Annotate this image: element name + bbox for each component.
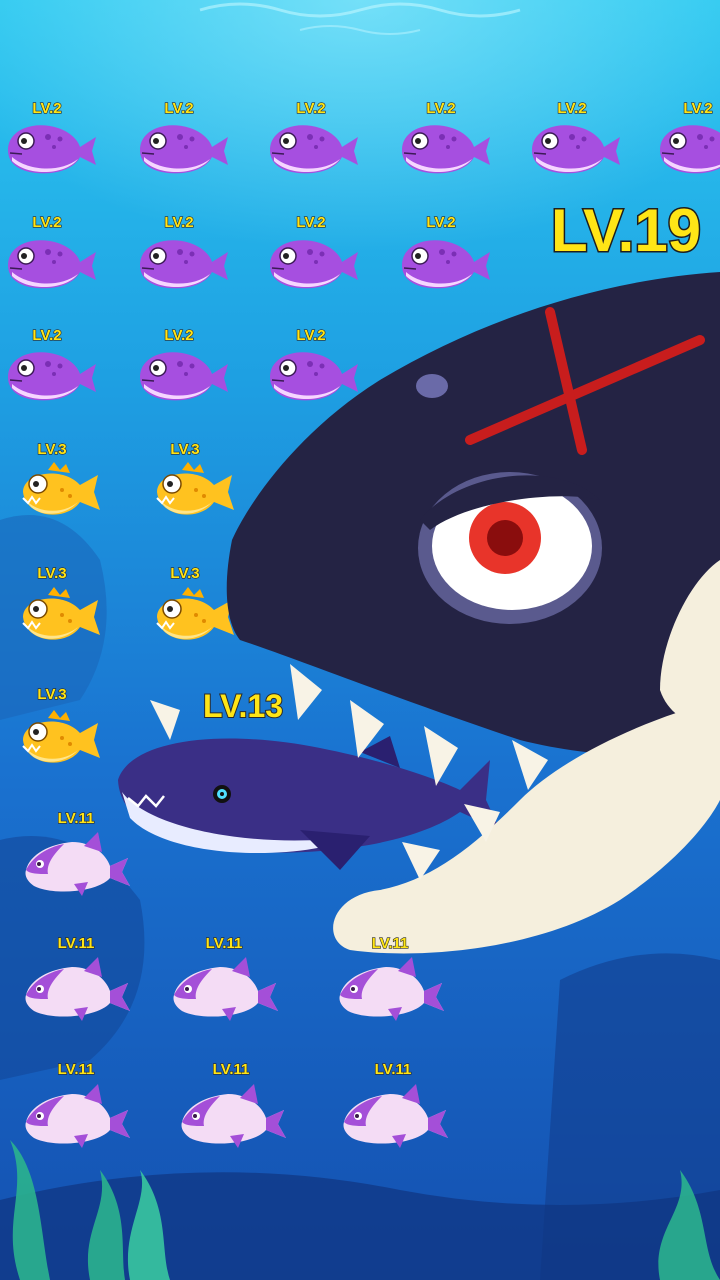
fish-level-label: LV.2 [296,99,326,117]
fish-level-label: LV.2 [426,99,456,117]
fish-level-label: LV.2 [164,326,194,344]
fish-level-label: LV.2 [683,99,713,117]
fish-level-label: LV.2 [164,213,194,231]
fish-level-label: LV.11 [57,934,95,952]
fish-level-label: LV.3 [37,564,67,582]
fish-level-label: LV.2 [296,213,326,231]
fish-level-label: LV.2 [557,99,587,117]
fish-level-label: LV.11 [212,1060,250,1078]
fish-level-label: LV.3 [37,440,67,458]
boss-level-label: LV.19 [549,196,702,266]
fish-level-label: LV.11 [205,934,243,952]
fish-level-label: LV.11 [57,1060,95,1078]
fish-level-label: LV.3 [170,564,200,582]
fish-level-label: LV.2 [426,213,456,231]
fish-level-label: LV.11 [374,1060,412,1078]
game-scene: LV.19 LV.13 LV.2 LV.2 LV.2 LV.2 LV.2 LV.… [0,0,720,1280]
fish-level-label: LV.3 [37,685,67,703]
fish-level-label: LV.11 [371,934,409,952]
angry-eye-icon [418,472,602,624]
fish-level-label: LV.3 [170,440,200,458]
fish-level-label: LV.2 [32,326,62,344]
fish-level-label: LV.2 [296,326,326,344]
fish-level-label: LV.2 [32,213,62,231]
whale-level-label: LV.13 [202,687,284,725]
fish-level-label: LV.11 [57,809,95,827]
fish-level-label: LV.2 [32,99,62,117]
orca-boss-lv19[interactable] [0,0,720,1280]
fish-level-label: LV.2 [164,99,194,117]
